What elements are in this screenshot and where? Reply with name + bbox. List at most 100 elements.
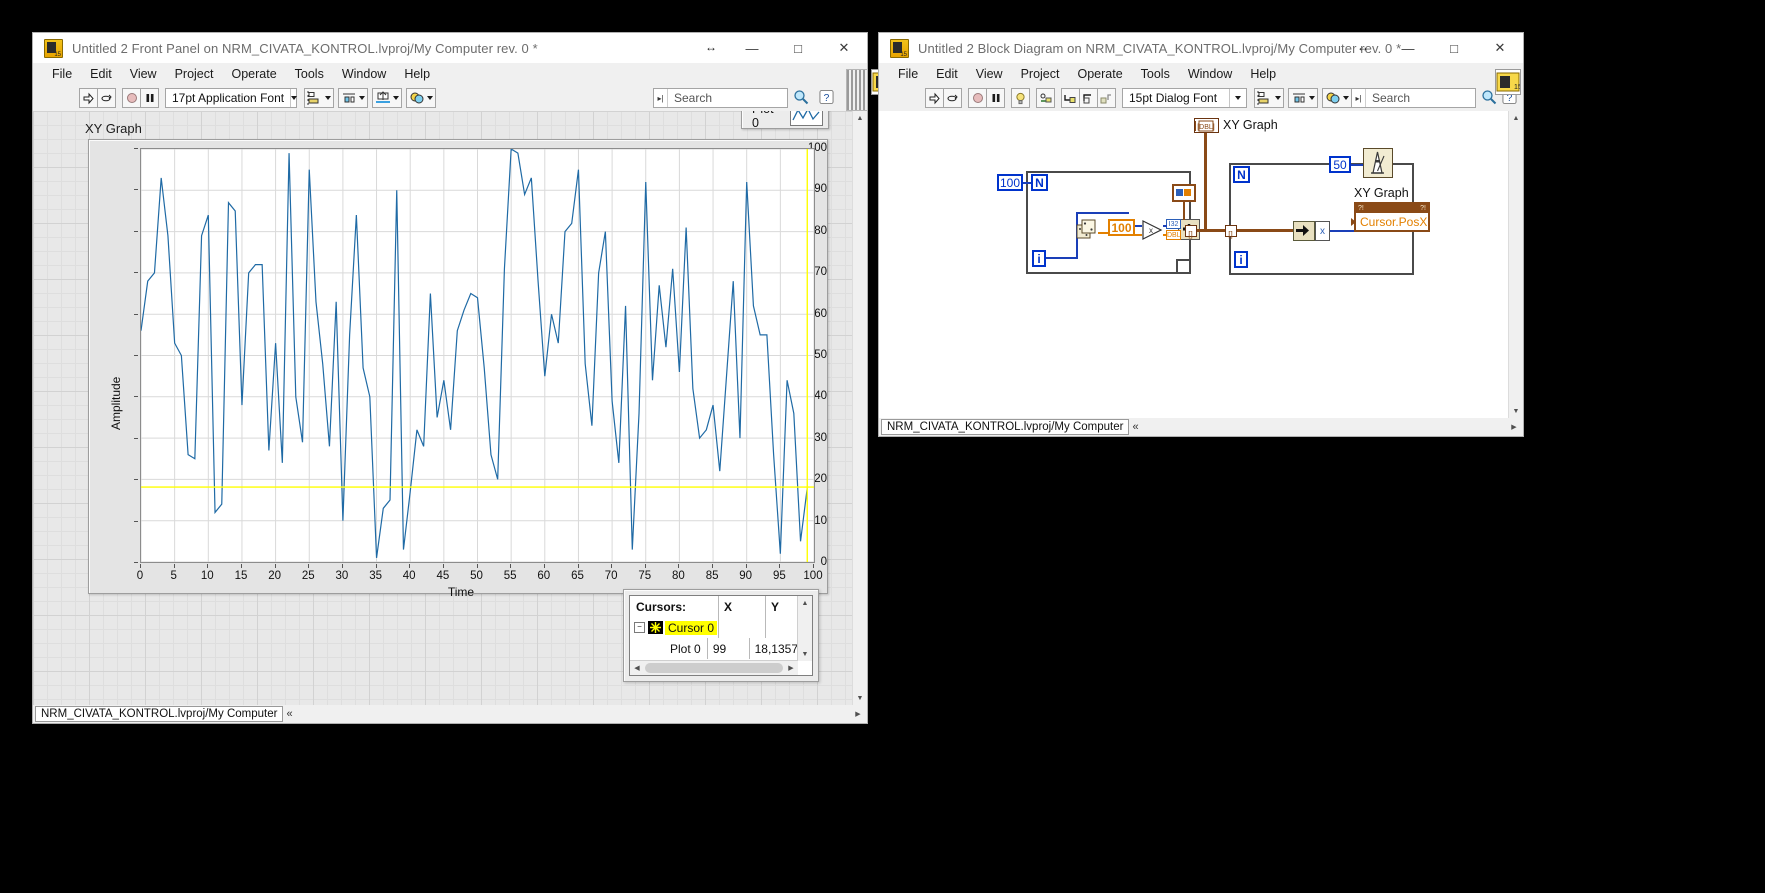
bd-menu-project[interactable]: Project <box>1012 65 1069 83</box>
cluster-constant-icon[interactable] <box>1172 184 1196 202</box>
front-panel-vertical-scrollbar[interactable]: ▲ ▼ <box>852 111 867 705</box>
retain-wire-values-icon[interactable] <box>1036 88 1055 108</box>
block-diagram-status-chevron[interactable]: « <box>1132 421 1138 433</box>
bd-menu-window[interactable]: Window <box>1179 65 1241 83</box>
block-diagram-canvas[interactable]: [DBL] XY Graph N i 100 100 x I32 DBL [] … <box>879 111 1509 418</box>
bd-menu-view[interactable]: View <box>967 65 1012 83</box>
palette-grip[interactable] <box>846 69 868 111</box>
block-diagram-window[interactable]: Untitled 2 Block Diagram on NRM_CIVATA_K… <box>878 32 1524 437</box>
bd-search-input[interactable]: ▸| Search <box>1351 88 1476 108</box>
bd-scroll-down-arrow[interactable]: ▼ <box>1509 404 1523 418</box>
for-loop-2-count-terminal[interactable]: N <box>1233 166 1250 183</box>
fp-scroll-down-arrow[interactable]: ▼ <box>853 691 867 705</box>
menu-window[interactable]: Window <box>333 65 395 83</box>
front-panel-canvas[interactable]: XY Graph 100 90 80 70 60 50 40 30 20 10 … <box>33 111 853 705</box>
magnifier-icon[interactable] <box>793 89 809 105</box>
font-selector[interactable]: 17pt Application Font <box>165 88 298 108</box>
bd-abort-execution-icon[interactable] <box>968 88 987 108</box>
multiply-function-icon[interactable]: x <box>1141 219 1163 241</box>
block-diagram-vertical-scrollbar[interactable]: ▲ ▼ <box>1508 111 1523 418</box>
bd-run-arrow-icon[interactable] <box>925 88 944 108</box>
fp-scroll-up-arrow[interactable]: ▲ <box>853 111 867 125</box>
menu-view[interactable]: View <box>121 65 166 83</box>
search-scope-arrow[interactable]: ▸| <box>654 89 668 107</box>
wait-ms-metronome-icon[interactable] <box>1363 148 1393 178</box>
step-over-icon[interactable] <box>1079 88 1098 108</box>
highlight-execution-bulb-icon[interactable] <box>1011 88 1030 108</box>
cursor-crosshair-icon[interactable] <box>648 621 663 634</box>
step-out-icon[interactable] <box>1097 88 1116 108</box>
pause-icon[interactable] <box>140 88 159 108</box>
scroll-left-arrow[interactable]: ◀ <box>630 661 644 675</box>
bd-menu-file[interactable]: File <box>889 65 927 83</box>
xy-graph[interactable]: 100 90 80 70 60 50 40 30 20 10 0 Amplitu… <box>88 139 828 599</box>
for-loop-1-count-terminal[interactable]: N <box>1031 174 1048 191</box>
for-loop-2-input-tunnel[interactable]: [] <box>1225 225 1237 239</box>
distribute-objects-icon[interactable] <box>338 88 368 108</box>
close-button[interactable]: ✕ <box>821 33 867 63</box>
menu-tools[interactable]: Tools <box>286 65 333 83</box>
abort-execution-icon[interactable] <box>122 88 141 108</box>
bd-font-selector[interactable]: 15pt Dialog Font <box>1122 88 1247 108</box>
cursor-legend-horizontal-scrollbar[interactable]: ◀ ▶ <box>630 660 798 675</box>
run-continuously-icon[interactable] <box>97 88 116 108</box>
bd-menu-operate[interactable]: Operate <box>1068 65 1131 83</box>
restore-window-glyph[interactable]: ↔ <box>705 40 717 54</box>
wait-ms-constant[interactable]: 50 <box>1329 156 1351 173</box>
plot-legend[interactable]: Plot 0 <box>741 111 829 130</box>
menu-project[interactable]: Project <box>166 65 223 83</box>
bd-scroll-up-arrow[interactable]: ▲ <box>1509 111 1523 125</box>
scroll-up-arrow[interactable]: ▲ <box>798 596 812 610</box>
bd-search-scope-arrow[interactable]: ▸| <box>1352 89 1366 107</box>
scroll-down-arrow[interactable]: ▼ <box>798 647 812 661</box>
cursor-row[interactable]: − Cursor 0 <box>630 617 798 638</box>
cursor-expander-toggle[interactable]: − <box>634 622 645 633</box>
align-objects-icon[interactable] <box>304 88 334 108</box>
multiplier-constant[interactable]: 100 <box>1108 219 1135 236</box>
cursor-legend[interactable]: Cursors: X Y − Cursor 0 Plot 0 99 18,135… <box>623 589 819 682</box>
font-selector-dropdown-arrow[interactable] <box>290 89 298 107</box>
xy-graph-terminal[interactable]: [DBL] <box>1194 118 1219 133</box>
menu-edit[interactable]: Edit <box>81 65 121 83</box>
random-number-dice-icon[interactable] <box>1076 219 1098 241</box>
bd-run-continuously-icon[interactable] <box>943 88 962 108</box>
plot-area[interactable] <box>140 148 815 563</box>
resize-objects-icon[interactable] <box>372 88 402 108</box>
bd-reorder-objects-icon[interactable] <box>1322 88 1352 108</box>
fp-status-scroll-right[interactable]: ▶ <box>851 707 865 721</box>
bd-menu-tools[interactable]: Tools <box>1132 65 1179 83</box>
bd-close-button[interactable]: ✕ <box>1477 33 1523 63</box>
cursor-name[interactable]: Cursor 0 <box>665 620 718 635</box>
bd-distribute-objects-icon[interactable] <box>1288 88 1318 108</box>
bd-align-objects-icon[interactable] <box>1254 88 1284 108</box>
for-loop-2-index-terminal[interactable]: i <box>1234 251 1248 268</box>
bd-pause-icon[interactable] <box>986 88 1005 108</box>
bd-minimize-button[interactable]: — <box>1385 33 1431 63</box>
block-diagram-project-path[interactable]: NRM_CIVATA_KONTROL.lvproj/My Computer <box>881 419 1130 435</box>
cursor-legend-scroll-thumb[interactable] <box>645 663 783 673</box>
menu-file[interactable]: File <box>43 65 81 83</box>
minimize-button[interactable]: — <box>729 33 775 63</box>
bd-menu-edit[interactable]: Edit <box>927 65 967 83</box>
scroll-right-arrow[interactable]: ▶ <box>784 661 798 675</box>
reorder-objects-icon[interactable] <box>406 88 436 108</box>
run-arrow-icon[interactable] <box>79 88 98 108</box>
search-input[interactable]: ▸| Search <box>653 88 788 108</box>
bd-maximize-button[interactable]: □ <box>1431 33 1477 63</box>
bd-font-dropdown-arrow[interactable] <box>1229 89 1246 107</box>
front-panel-project-path[interactable]: NRM_CIVATA_KONTROL.lvproj/My Computer <box>35 706 284 722</box>
plot-line-style-icon[interactable] <box>790 111 823 126</box>
menu-help[interactable]: Help <box>395 65 439 83</box>
for-loop-1-output-tunnel[interactable]: [] <box>1185 225 1197 239</box>
unbundle-element-x[interactable]: x <box>1315 221 1330 241</box>
block-diagram-titlebar[interactable]: Untitled 2 Block Diagram on NRM_CIVATA_K… <box>879 33 1523 63</box>
maximize-button[interactable]: □ <box>775 33 821 63</box>
bd-vi-icon-pane[interactable]: 15 <box>1495 69 1522 95</box>
cursor-posx-property-node[interactable]: ?! ?! Cursor.PosX <box>1351 202 1430 232</box>
front-panel-status-chevron[interactable]: « <box>286 708 292 720</box>
cursor-legend-vertical-scrollbar[interactable]: ▲ ▼ <box>797 596 812 661</box>
for-loop-1-count-constant[interactable]: 100 <box>997 174 1023 191</box>
for-loop-1-index-terminal[interactable]: i <box>1032 250 1046 267</box>
menu-operate[interactable]: Operate <box>222 65 285 83</box>
bd-restore-window-glyph[interactable]: ↔ <box>1357 40 1369 54</box>
